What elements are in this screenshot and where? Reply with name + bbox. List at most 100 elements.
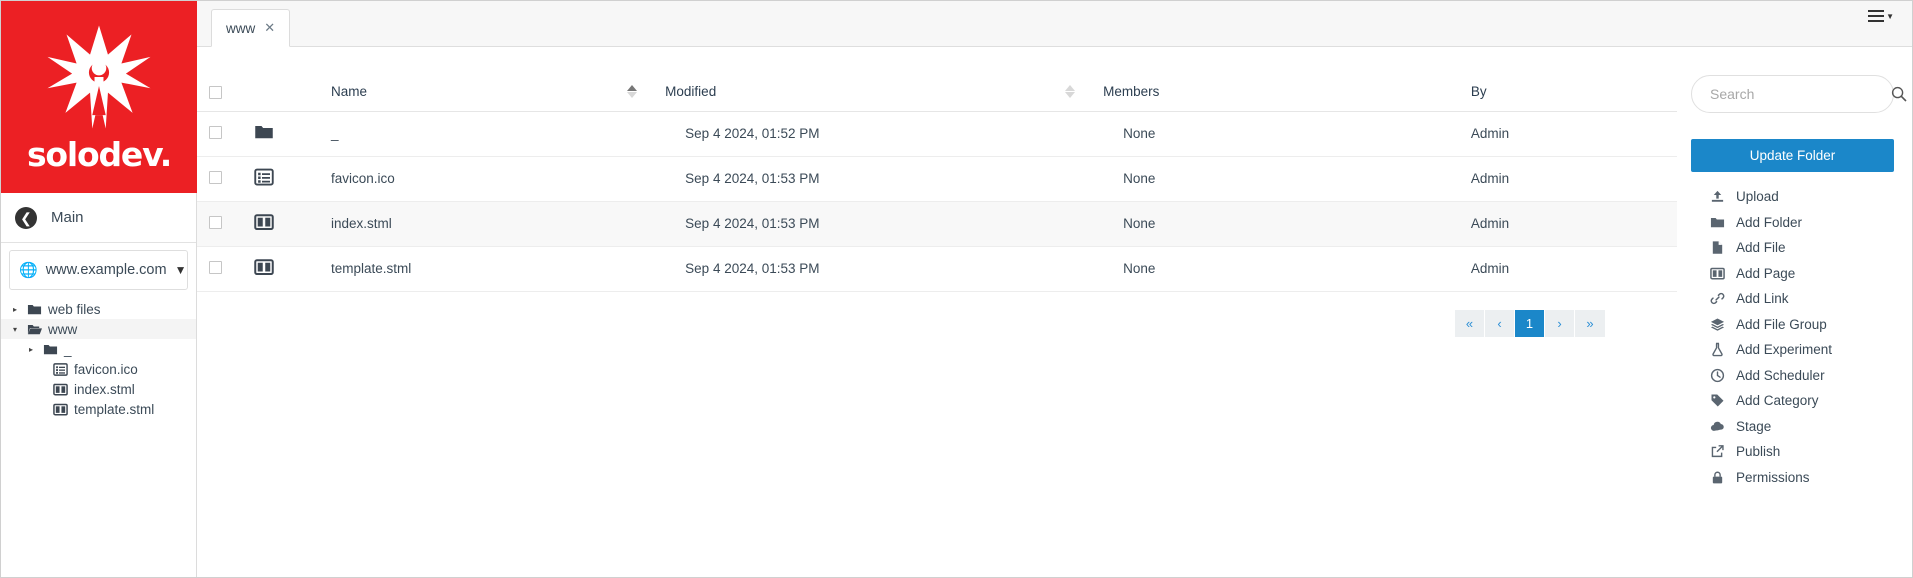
th-modified[interactable]: Modified <box>627 47 1124 112</box>
tab-www[interactable]: www ✕ <box>211 9 291 47</box>
folder-closed-icon <box>43 344 58 354</box>
th-members-label: Members <box>1103 83 1160 99</box>
folder-closed-icon <box>42 342 59 357</box>
sort-indicator-modified[interactable] <box>1065 84 1076 98</box>
row-checkbox[interactable] <box>209 125 222 139</box>
row-checkbox-cell[interactable] <box>197 156 254 202</box>
action-label: Add Experiment <box>1736 342 1833 358</box>
action-label: Permissions <box>1736 469 1810 485</box>
sidebar-back-label: Main <box>51 209 84 226</box>
globe-icon: 🌐 <box>19 262 38 279</box>
th-members[interactable]: Members <box>1065 47 1471 112</box>
page-columns-icon <box>1709 266 1725 281</box>
close-icon[interactable]: ✕ <box>264 20 275 36</box>
action-upload[interactable]: Upload <box>1691 184 1894 210</box>
tree-item-www[interactable]: ▾ www <box>1 319 196 339</box>
pagination-last[interactable]: » <box>1575 309 1605 337</box>
row-name[interactable]: _ <box>330 111 686 157</box>
row-checkbox-cell[interactable] <box>197 111 254 157</box>
search-icon[interactable] <box>1891 86 1907 102</box>
folder-closed-icon <box>254 126 273 139</box>
action-publish[interactable]: Publish <box>1691 439 1894 465</box>
publish-icon <box>1711 445 1724 458</box>
th-icon <box>253 47 331 112</box>
app-window: solodev. ❮ Main 🌐 www.example.com ▼ ▸ web… <box>0 0 1913 578</box>
row-checkbox-cell[interactable] <box>197 201 254 247</box>
action-add-file[interactable]: Add File <box>1691 235 1894 261</box>
action-permissions[interactable]: Permissions <box>1691 465 1894 491</box>
tree-item-label: template.stml <box>74 401 155 417</box>
row-checkbox[interactable] <box>209 215 222 229</box>
site-name: www.example.com <box>45 262 167 278</box>
table-row[interactable]: favicon.ico Sep 4 2024, 01:53 PM None Admin <box>197 156 1677 202</box>
layers-icon <box>1710 318 1724 331</box>
row-members: None <box>1123 201 1471 247</box>
action-add-page[interactable]: Add Page <box>1691 261 1894 287</box>
row-by: Admin <box>1470 156 1677 202</box>
main-area: www ✕ ▼ Name Modified Members By _ Sep 4… <box>197 1 1912 577</box>
sort-indicator-name[interactable] <box>627 84 638 98</box>
row-icon-cell <box>253 111 331 157</box>
action-add-scheduler[interactable]: Add Scheduler <box>1691 363 1894 389</box>
sidebar-back-main[interactable]: ❮ Main <box>1 193 196 243</box>
search-box[interactable] <box>1691 75 1907 113</box>
tree-item-template-stml[interactable]: template.stml <box>1 399 196 419</box>
row-checkbox-cell[interactable] <box>197 246 254 292</box>
tree-expand-icon[interactable]: ▸ <box>9 305 21 314</box>
pagination-page-1[interactable]: 1 <box>1515 309 1545 337</box>
tag-icon <box>1711 394 1723 407</box>
brand-name: solodev. <box>26 134 172 174</box>
update-folder-button[interactable]: Update Folder <box>1691 139 1894 172</box>
pagination-next[interactable]: › <box>1545 309 1575 337</box>
row-name[interactable]: index.stml <box>330 201 686 247</box>
row-checkbox[interactable] <box>209 260 222 274</box>
tree-collapse-icon[interactable]: ▾ <box>9 325 21 334</box>
file-list-icon <box>253 167 274 187</box>
pagination: « ‹ 1 › » <box>197 292 1677 337</box>
table-row[interactable]: index.stml Sep 4 2024, 01:53 PM None Admin <box>197 201 1677 247</box>
tree-item-label: _ <box>64 341 72 357</box>
th-name-label: Name <box>330 83 367 99</box>
select-all-checkbox[interactable] <box>209 85 222 99</box>
table-row[interactable]: _ Sep 4 2024, 01:52 PM None Admin <box>197 111 1677 157</box>
tree-item-index-stml[interactable]: index.stml <box>1 379 196 399</box>
tab-label: www <box>226 20 256 36</box>
file-columns-icon <box>52 382 69 397</box>
row-name[interactable]: template.stml <box>330 246 686 292</box>
action-stage[interactable]: Stage <box>1691 414 1894 440</box>
action-add-file-group[interactable]: Add File Group <box>1691 312 1894 338</box>
action-label: Add Scheduler <box>1736 367 1825 383</box>
table-row[interactable]: template.stml Sep 4 2024, 01:53 PM None Adm… <box>197 246 1677 292</box>
pagination-first[interactable]: « <box>1455 309 1485 337</box>
tree-item-label: www <box>48 321 78 337</box>
action-label: Add Folder <box>1736 214 1803 230</box>
action-add-folder[interactable]: Add Folder <box>1691 210 1894 236</box>
clock-icon <box>1710 368 1724 382</box>
th-modified-label: Modified <box>665 83 717 99</box>
cloud-upload-icon <box>1710 421 1724 431</box>
file-columns-icon <box>253 214 274 230</box>
row-name[interactable]: favicon.ico <box>330 156 686 202</box>
tree-item-favicon-ico[interactable]: favicon.ico <box>1 359 196 379</box>
row-members: None <box>1123 156 1471 202</box>
file-columns-icon <box>53 383 68 395</box>
caret-down-icon: ▼ <box>1886 12 1894 21</box>
tree-expand-icon[interactable]: ▸ <box>25 345 37 354</box>
folder-icon <box>1710 217 1724 227</box>
link-icon <box>1710 293 1724 305</box>
tree-item--[interactable]: ▸ _ <box>1 339 196 359</box>
brand-logo[interactable]: solodev. <box>1 1 197 193</box>
action-add-experiment[interactable]: Add Experiment <box>1691 337 1894 363</box>
tree-item-web-files[interactable]: ▸ web files <box>1 299 196 319</box>
pagination-prev[interactable]: ‹ <box>1485 309 1515 337</box>
file-columns-icon <box>253 257 274 277</box>
th-name[interactable]: Name <box>330 47 686 112</box>
action-add-category[interactable]: Add Category <box>1691 388 1894 414</box>
th-select-all[interactable] <box>197 47 254 112</box>
row-members: None <box>1123 111 1471 157</box>
action-add-link[interactable]: Add Link <box>1691 286 1894 312</box>
row-checkbox[interactable] <box>209 170 222 184</box>
site-selector[interactable]: 🌐 www.example.com ▼ <box>9 250 188 290</box>
hamburger-menu-icon[interactable]: ▼ <box>1868 10 1894 22</box>
search-input[interactable] <box>1710 86 1891 102</box>
